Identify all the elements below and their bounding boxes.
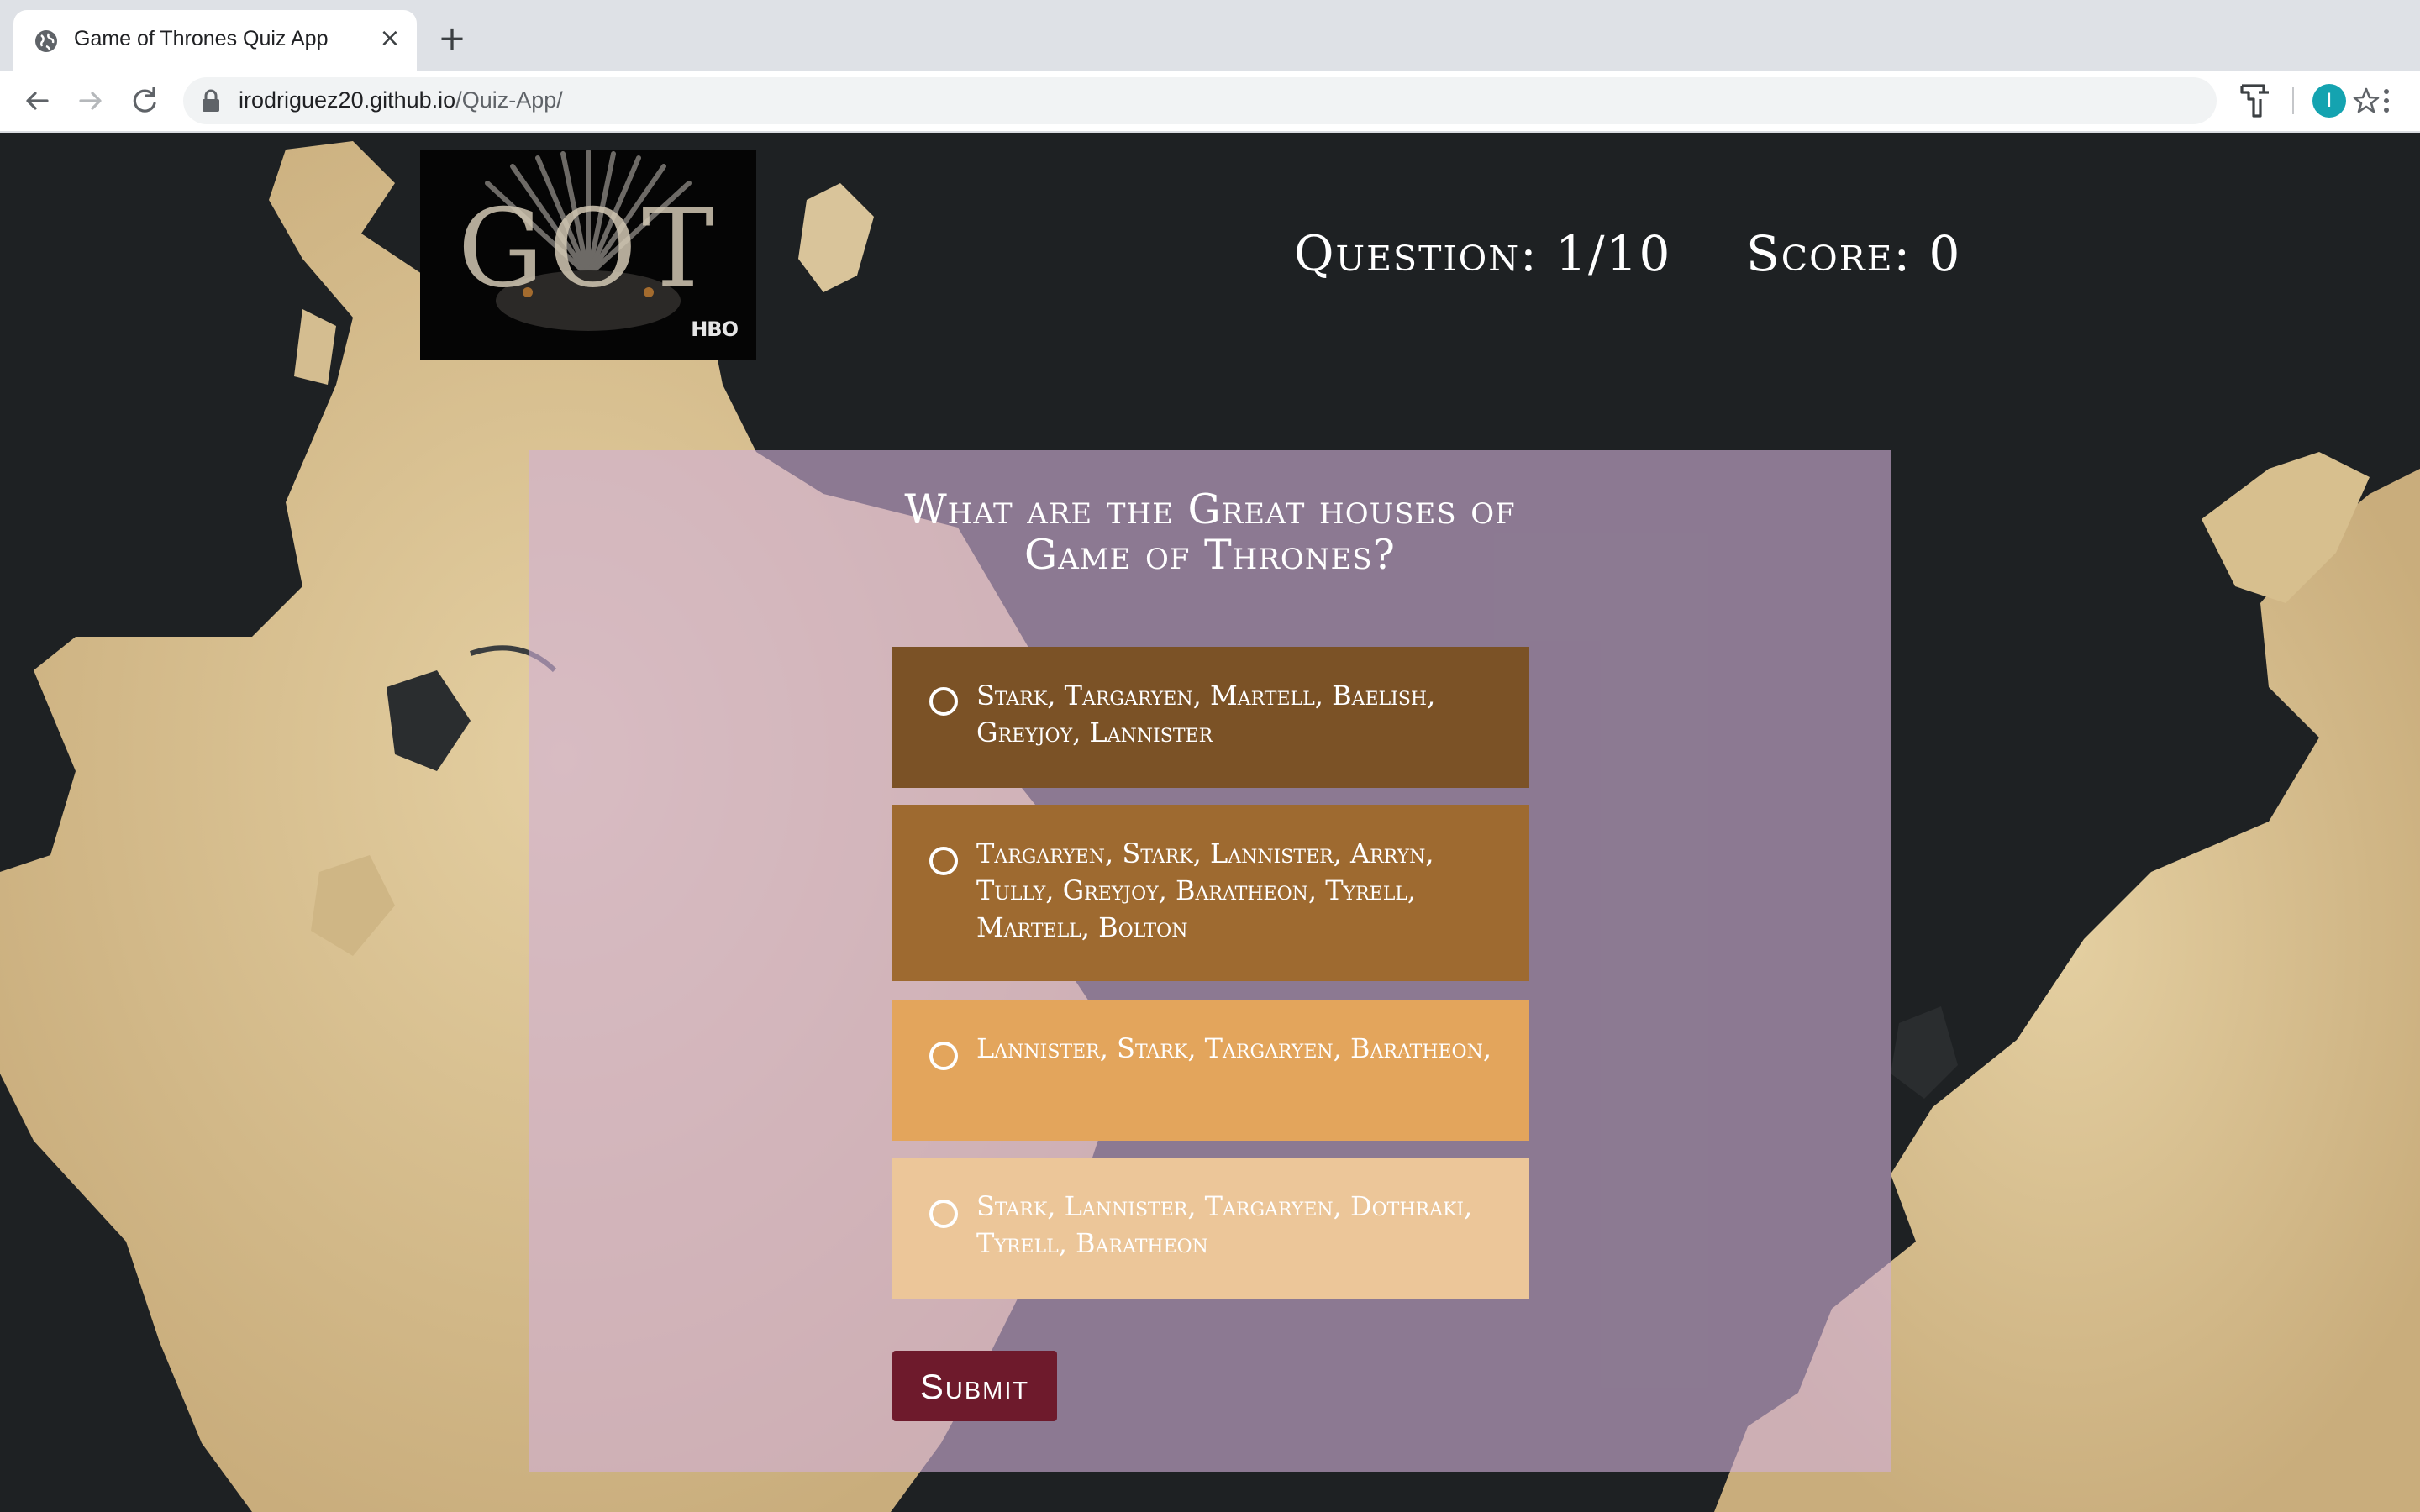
profile-avatar[interactable]: I [2312, 84, 2346, 118]
browser-tab[interactable]: Game of Thrones Quiz App × [13, 10, 417, 71]
new-tab-icon[interactable]: + [434, 20, 471, 57]
forward-arrow-icon[interactable] [72, 82, 109, 119]
browser-toolbar: irodriguez20.github.io/Quiz-App/ I [0, 71, 2420, 133]
got-logo: GOT HBO [420, 150, 756, 360]
close-tab-icon[interactable]: × [375, 24, 405, 54]
tab-strip: Game of Thrones Quiz App × + [0, 0, 2420, 71]
url-path: /Quiz-App/ [455, 87, 563, 113]
quiz-card: What are the Great houses of Game of Thr… [529, 450, 1891, 1472]
submit-button[interactable]: Submit [892, 1351, 1057, 1421]
toolbar-divider [2292, 87, 2294, 114]
tab-title: Game of Thrones Quiz App [74, 27, 329, 50]
answer-option-1[interactable]: Stark, Targaryen, Martell, Baelish, Grey… [892, 647, 1529, 788]
extension-icon[interactable] [2238, 82, 2272, 119]
logo-wordmark: GOT [457, 186, 719, 312]
more-menu-icon[interactable] [2371, 86, 2402, 116]
answer-option-4-label: Stark, Lannister, Targaryen, Dothraki, T… [976, 1190, 1473, 1259]
address-bar[interactable]: irodriguez20.github.io/Quiz-App/ [183, 77, 2380, 124]
answer-option-3[interactable]: Lannister, Stark, Targaryen, Baratheon, [892, 1000, 1529, 1141]
url-text: irodriguez20.github.io/Quiz-App/ [239, 87, 563, 113]
radio-button-3[interactable] [929, 1042, 958, 1070]
question-text: What are the Great houses of Game of Thr… [529, 487, 1891, 578]
answer-option-4[interactable]: Stark, Lannister, Targaryen, Dothraki, T… [892, 1158, 1529, 1299]
question-heading: What are the Great houses of Game of Thr… [904, 486, 1516, 579]
url-host: irodriguez20.github.io [239, 87, 456, 113]
radio-button-2[interactable] [929, 847, 958, 875]
radio-button-1[interactable] [929, 687, 958, 716]
globe-icon [35, 30, 57, 52]
answer-option-2[interactable]: Targaryen, Stark, Lannister, Arryn, Tull… [892, 805, 1529, 981]
answer-option-3-label: Lannister, Stark, Targaryen, Baratheon, [976, 1032, 1492, 1064]
hbo-badge: HBO [691, 318, 739, 341]
lock-icon[interactable] [202, 89, 220, 113]
answer-option-2-label: Targaryen, Stark, Lannister, Arryn, Tull… [976, 837, 1434, 943]
score-display: Score: 0 [1746, 225, 1962, 282]
back-arrow-icon[interactable] [18, 82, 55, 119]
radio-button-4[interactable] [929, 1200, 958, 1228]
reload-icon[interactable] [126, 82, 163, 119]
page-viewport: GOT HBO Question: 1/10 Score: 0 What are… [0, 133, 2420, 1512]
answer-option-1-label: Stark, Targaryen, Martell, Baelish, Grey… [976, 680, 1436, 748]
question-counter: Question: 1/10 [1294, 225, 1672, 282]
